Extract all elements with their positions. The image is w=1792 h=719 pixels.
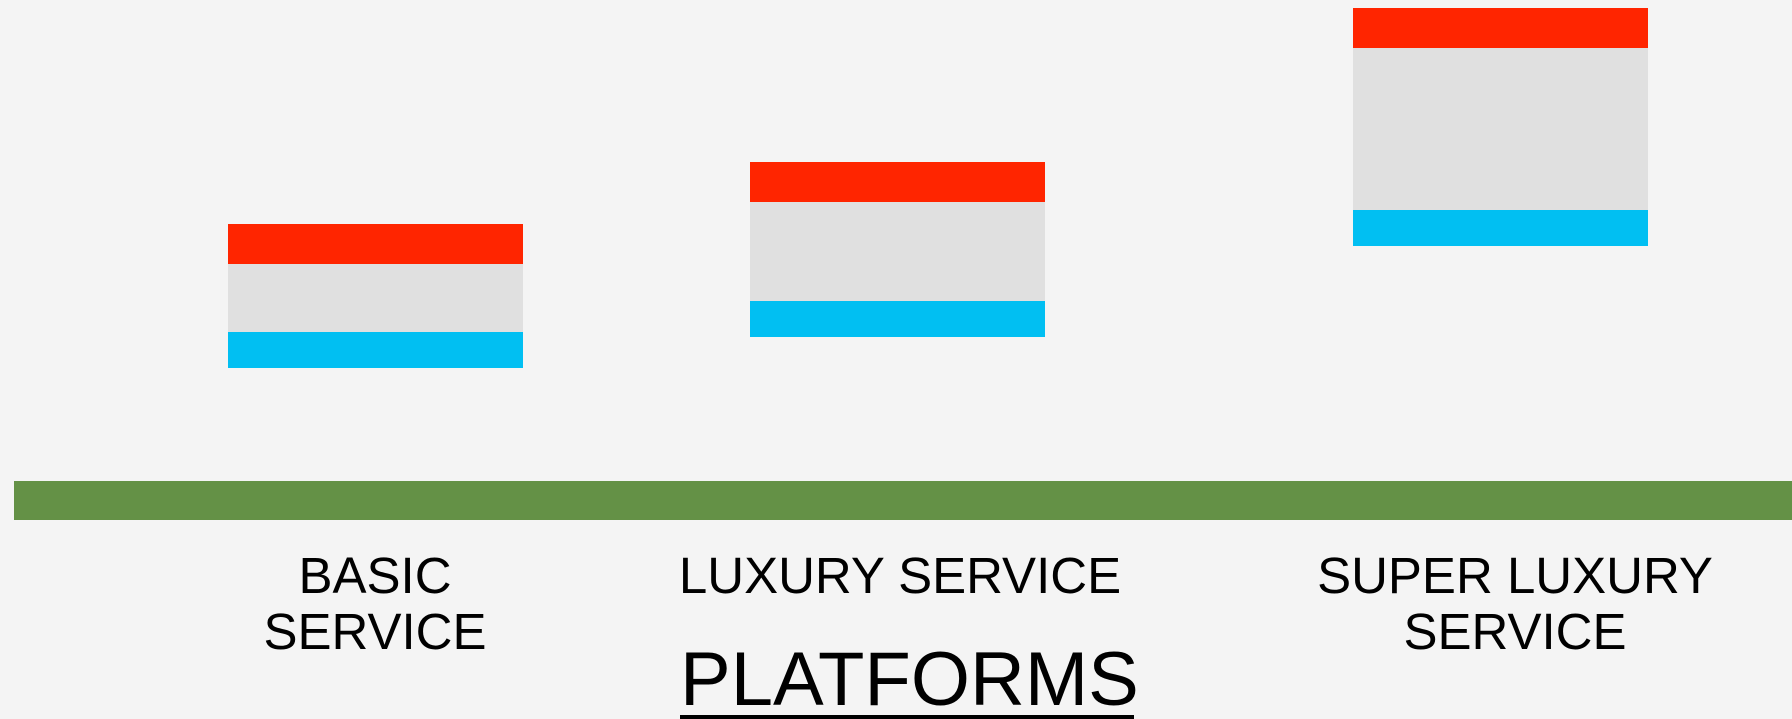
platform-middle-band bbox=[1353, 48, 1648, 210]
platform-bottom-band bbox=[750, 301, 1045, 337]
platform-middle-band bbox=[228, 264, 523, 332]
title-underline bbox=[680, 715, 1134, 719]
platform-middle-band bbox=[750, 202, 1045, 301]
diagram-title: PLATFORMS bbox=[680, 637, 1139, 719]
ground-bar bbox=[14, 481, 1792, 520]
platform-top-band bbox=[228, 224, 523, 264]
luxury-service-label: LUXURY SERVICE bbox=[678, 547, 1122, 604]
diagram-canvas: BASIC SERVICE LUXURY SERVICE SUPER LUXUR… bbox=[0, 0, 1792, 719]
basic-service-label: BASIC SERVICE bbox=[263, 547, 487, 660]
super-luxury-service-label: SUPER LUXURY SERVICE bbox=[1317, 547, 1713, 660]
platform-bottom-band bbox=[228, 332, 523, 368]
platform-top-band bbox=[1353, 8, 1648, 48]
platform-top-band bbox=[750, 162, 1045, 202]
platform-super-luxury-service bbox=[1353, 8, 1648, 246]
platform-basic-service bbox=[228, 224, 523, 368]
platform-bottom-band bbox=[1353, 210, 1648, 246]
platform-luxury-service bbox=[750, 162, 1045, 337]
